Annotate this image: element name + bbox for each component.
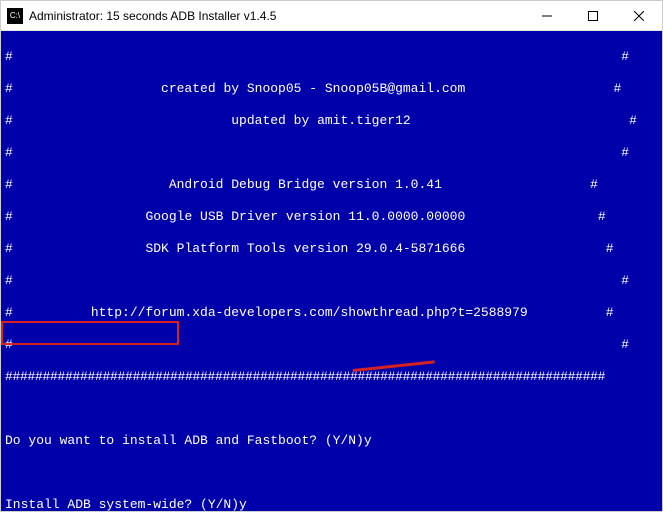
banner-line: # # [5, 273, 658, 289]
maximize-button[interactable] [570, 1, 616, 30]
banner-updated: # updated by amit.tiger12 # [5, 113, 658, 129]
window-controls [524, 1, 662, 30]
titlebar[interactable]: C:\ Administrator: 15 seconds ADB Instal… [1, 1, 662, 31]
banner-divider: ########################################… [5, 369, 658, 385]
created-text: created by Snoop05 - Snoop05B@gmail.com [161, 81, 465, 96]
usb-text: Google USB Driver version 11.0.0000.0000… [145, 209, 465, 224]
banner-forum: # http://forum.xda-developers.com/showth… [5, 305, 658, 321]
cmd-icon: C:\ [7, 8, 23, 24]
banner-line: # # [5, 49, 658, 65]
prompt-install-adb: Do you want to install ADB and Fastboot?… [5, 433, 658, 449]
banner-created: # created by Snoop05 - Snoop05B@gmail.co… [5, 81, 658, 97]
banner-adb: # Android Debug Bridge version 1.0.41 # [5, 177, 658, 193]
banner-usb: # Google USB Driver version 11.0.0000.00… [5, 209, 658, 225]
minimize-button[interactable] [524, 1, 570, 30]
banner-line: # # [5, 337, 658, 353]
app-window: C:\ Administrator: 15 seconds ADB Instal… [0, 0, 663, 512]
prompt-systemwide: Install ADB system-wide? (Y/N)y [5, 497, 658, 511]
adb-text: Android Debug Bridge version 1.0.41 [169, 177, 442, 192]
sdk-text: SDK Platform Tools version 29.0.4-587166… [145, 241, 465, 256]
updated-text: updated by amit.tiger12 [231, 113, 410, 128]
banner-sdk: # SDK Platform Tools version 29.0.4-5871… [5, 241, 658, 257]
forum-text: http://forum.xda-developers.com/showthre… [91, 305, 528, 320]
blank [5, 401, 658, 417]
blank [5, 465, 658, 481]
banner-line: # # [5, 145, 658, 161]
window-title: Administrator: 15 seconds ADB Installer … [29, 9, 524, 23]
close-button[interactable] [616, 1, 662, 30]
terminal-body[interactable]: # # # created by Snoop05 - Snoop05B@gmai… [1, 31, 662, 511]
